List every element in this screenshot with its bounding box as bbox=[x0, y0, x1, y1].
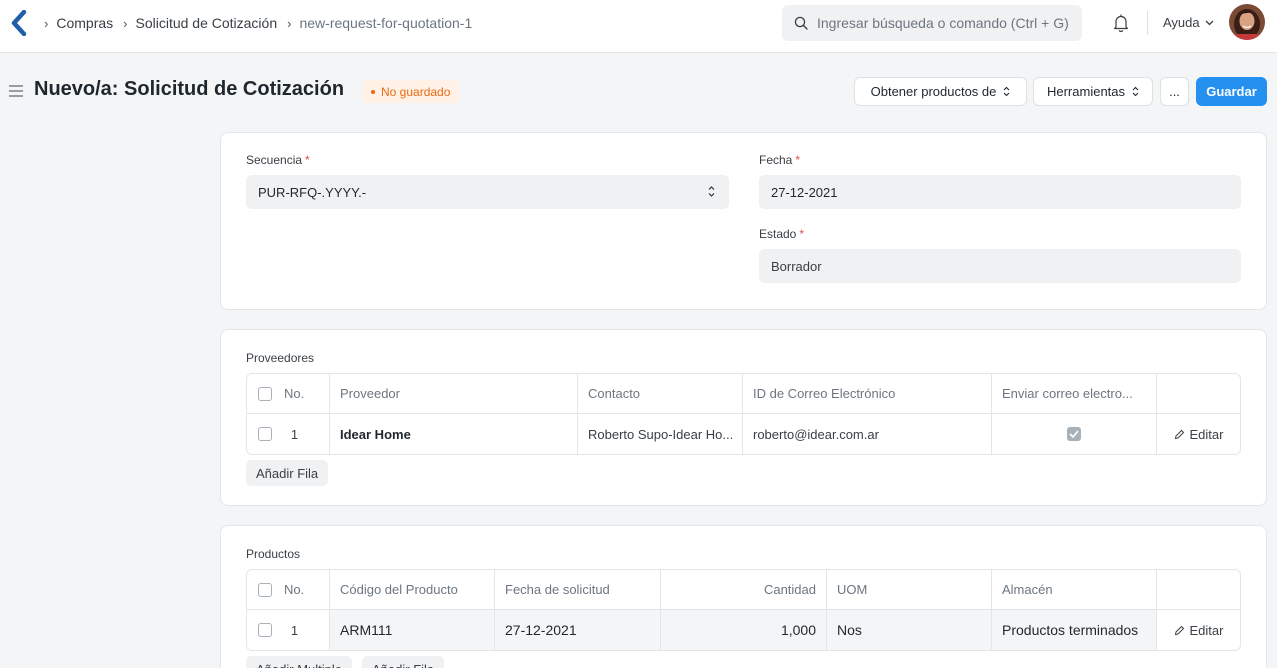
edit-row-button[interactable]: Editar bbox=[1174, 622, 1224, 638]
suppliers-section-label: Proveedores bbox=[246, 351, 315, 365]
table-header: No. Código del Producto Fecha de solicit… bbox=[247, 570, 1240, 610]
page-title: Nuevo/a: Solicitud de Cotización bbox=[34, 78, 345, 100]
item-code-cell[interactable]: ARM111 bbox=[330, 610, 495, 650]
uom-cell[interactable]: Nos bbox=[827, 610, 992, 650]
pencil-icon bbox=[1174, 625, 1184, 635]
chevron-right-icon: › bbox=[44, 15, 49, 31]
user-avatar[interactable] bbox=[1229, 4, 1265, 40]
date-value: 27-12-2021 bbox=[771, 184, 838, 200]
row-number: 1 bbox=[290, 426, 299, 442]
status-label: No guardado bbox=[381, 84, 451, 99]
navbar: › Compras › Solicitud de Cotización › ne… bbox=[0, 0, 1277, 53]
get-items-label: Obtener productos de bbox=[870, 84, 997, 99]
date-label: Fecha * bbox=[759, 153, 801, 167]
table-header: No. Proveedor Contacto ID de Correo Elec… bbox=[247, 374, 1240, 414]
row-checkbox[interactable] bbox=[258, 623, 272, 637]
column-header: UOM bbox=[827, 570, 992, 609]
schedule-date-cell[interactable]: 27-12-2021 bbox=[495, 610, 661, 650]
tools-button[interactable]: Herramientas bbox=[1033, 77, 1153, 106]
items-section: Productos No. Código del Producto Fecha … bbox=[220, 525, 1267, 668]
app-logo-icon[interactable] bbox=[10, 10, 28, 36]
save-button[interactable]: Guardar bbox=[1196, 77, 1267, 106]
edit-label: Editar bbox=[1189, 426, 1224, 442]
series-label: Secuencia * bbox=[246, 153, 310, 167]
select-arrows-icon bbox=[708, 186, 715, 197]
status-badge: No guardado bbox=[362, 80, 460, 103]
more-actions-button[interactable]: ... bbox=[1160, 77, 1189, 106]
items-table: No. Código del Producto Fecha de solicit… bbox=[246, 569, 1241, 651]
table-row[interactable]: 1 ARM111 27-12-2021 1,000 Nos Productos … bbox=[247, 610, 1240, 650]
series-value: PUR-RFQ-.YYYY.- bbox=[258, 184, 367, 200]
row-number: 1 bbox=[290, 622, 299, 638]
search-bar[interactable]: Ingresar búsqueda o comando (Ctrl + G) bbox=[782, 5, 1082, 41]
select-all-checkbox[interactable] bbox=[258, 582, 272, 597]
column-header: Contacto bbox=[578, 374, 743, 413]
save-label: Guardar bbox=[1206, 84, 1257, 99]
status-value: Borrador bbox=[771, 258, 822, 274]
breadcrumb: › Compras › Solicitud de Cotización › ne… bbox=[44, 14, 482, 32]
status-dot bbox=[371, 89, 375, 94]
notification-bell-icon[interactable] bbox=[1112, 13, 1130, 33]
date-field[interactable]: 27-12-2021 bbox=[759, 175, 1241, 209]
add-row-button[interactable]: Añadir Fila bbox=[246, 460, 329, 486]
help-label: Ayuda bbox=[1163, 15, 1200, 30]
edit-row-button[interactable]: Editar bbox=[1174, 426, 1224, 442]
series-select[interactable]: PUR-RFQ-.YYYY.- bbox=[246, 175, 729, 209]
chevron-right-icon: › bbox=[287, 15, 292, 31]
select-arrows-icon bbox=[1132, 86, 1139, 97]
column-header: No. bbox=[284, 386, 305, 401]
check-icon bbox=[1069, 430, 1079, 438]
select-arrows-icon bbox=[1003, 86, 1010, 97]
breadcrumb-rfq[interactable]: Solicitud de Cotización bbox=[135, 15, 277, 31]
status-field-label: Estado * bbox=[759, 227, 805, 241]
send-email-checkbox[interactable] bbox=[1067, 427, 1081, 441]
sidebar-toggle-icon[interactable] bbox=[8, 84, 24, 98]
email-cell[interactable]: roberto@idear.com.ar bbox=[743, 414, 992, 454]
suppliers-section: Proveedores No. Proveedor Contacto ID de… bbox=[220, 329, 1267, 506]
column-header: No. bbox=[284, 582, 305, 597]
breadcrumb-compras[interactable]: Compras bbox=[56, 15, 113, 31]
column-header: Enviar correo electro... bbox=[992, 374, 1157, 413]
select-all-checkbox[interactable] bbox=[258, 386, 272, 401]
add-row-button[interactable]: Añadir Fila bbox=[362, 656, 445, 668]
search-icon bbox=[794, 16, 808, 30]
qty-cell[interactable]: 1,000 bbox=[661, 610, 827, 650]
table-row[interactable]: 1 Idear Home Roberto Supo-Idear Ho... ro… bbox=[247, 414, 1240, 454]
get-items-button[interactable]: Obtener productos de bbox=[854, 77, 1027, 106]
main-form-section: Secuencia * PUR-RFQ-.YYYY.- Fecha * 27-12-… bbox=[220, 132, 1267, 310]
chevron-right-icon: › bbox=[123, 15, 128, 31]
tools-label: Herramientas bbox=[1046, 84, 1126, 99]
status-field[interactable]: Borrador bbox=[759, 249, 1241, 283]
column-header: Almacén bbox=[992, 570, 1157, 609]
column-header: Proveedor bbox=[330, 374, 578, 413]
column-header: Cantidad bbox=[661, 570, 827, 609]
search-placeholder: Ingresar búsqueda o comando (Ctrl + G) bbox=[817, 15, 1069, 31]
edit-label: Editar bbox=[1189, 622, 1224, 638]
add-multiple-button[interactable]: Añadir Multiple bbox=[246, 656, 352, 668]
navbar-divider bbox=[1147, 11, 1148, 35]
chevron-down-icon bbox=[1205, 20, 1214, 25]
suppliers-table: No. Proveedor Contacto ID de Correo Elec… bbox=[246, 373, 1241, 455]
warehouse-cell[interactable]: Productos terminados bbox=[992, 610, 1157, 650]
more-icon: ... bbox=[1169, 84, 1180, 99]
send-email-cell[interactable] bbox=[992, 414, 1157, 454]
help-dropdown[interactable]: Ayuda bbox=[1163, 15, 1214, 30]
column-header: Código del Producto bbox=[330, 570, 495, 609]
contact-cell[interactable]: Roberto Supo-Idear Ho... bbox=[578, 414, 743, 454]
items-section-label: Productos bbox=[246, 547, 301, 561]
row-checkbox[interactable] bbox=[258, 427, 272, 441]
supplier-cell[interactable]: Idear Home bbox=[330, 414, 578, 454]
column-header: Fecha de solicitud bbox=[495, 570, 661, 609]
breadcrumb-current: new-request-for-quotation-1 bbox=[299, 15, 473, 31]
pencil-icon bbox=[1174, 429, 1184, 439]
column-header: ID de Correo Electrónico bbox=[743, 374, 992, 413]
